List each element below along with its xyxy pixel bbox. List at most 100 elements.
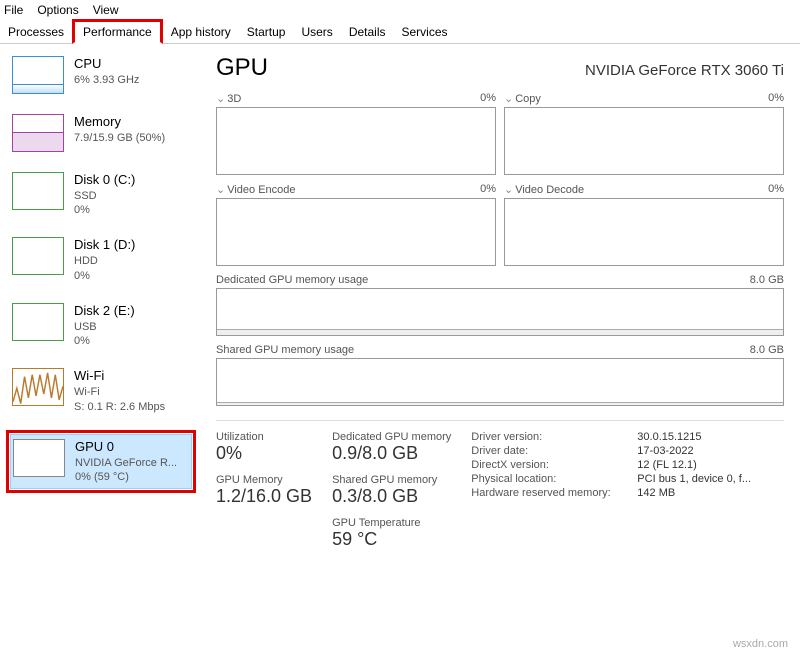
chart-3d-body (216, 107, 496, 175)
tab-users[interactable]: Users (293, 22, 340, 42)
disk0-sub1: SSD (74, 189, 135, 203)
sidebar-item-disk1[interactable]: Disk 1 (D:) HDD 0% (10, 233, 192, 286)
gpu-sub1: NVIDIA GeForce R... (75, 456, 177, 470)
chart-3d[interactable]: ⌄3D 0% (216, 92, 496, 175)
chart-copy-label: Copy (515, 93, 541, 105)
stats-col-mid: Dedicated GPU memory 0.9/8.0 GB Shared G… (332, 431, 451, 550)
chart-vdec-pct: 0% (768, 183, 784, 196)
tab-app-history[interactable]: App history (163, 22, 239, 42)
gpu-thumb-icon (13, 439, 65, 477)
wifi-thumb-icon (12, 368, 64, 406)
disk2-title: Disk 2 (E:) (74, 303, 135, 320)
disk2-text: Disk 2 (E:) USB 0% (74, 303, 135, 348)
stat-dedmem-value: 0.9/8.0 GB (332, 443, 451, 464)
stats-col-left: Utilization 0% GPU Memory 1.2/16.0 GB (216, 431, 312, 550)
info-driver-version: Driver version:30.0.15.1215 (471, 431, 751, 443)
chart-venc-body (216, 198, 496, 266)
shared-mem-label: Shared GPU memory usage (216, 344, 354, 356)
disk2-sub1: USB (74, 320, 135, 334)
chevron-down-icon[interactable]: ⌄ (504, 183, 513, 196)
sidebar: CPU 6% 3.93 GHz Memory 7.9/15.9 GB (50%)… (0, 44, 200, 658)
cpu-thumb-icon (12, 56, 64, 94)
stat-shmem-value: 0.3/8.0 GB (332, 486, 451, 507)
tab-performance[interactable]: Performance (72, 19, 163, 44)
stat-utilization: Utilization 0% (216, 431, 312, 464)
watermark: wsxdn.com (733, 638, 788, 650)
stat-dedmem-label: Dedicated GPU memory (332, 431, 451, 443)
gpu-highlight-box: GPU 0 NVIDIA GeForce R... 0% (59 °C) (6, 430, 196, 493)
memory-thumb-icon (12, 114, 64, 152)
chart-venc-label: Video Encode (227, 184, 295, 196)
disk0-sub2: 0% (74, 203, 135, 217)
disk1-text: Disk 1 (D:) HDD 0% (74, 237, 135, 282)
chart-3d-label: 3D (227, 93, 241, 105)
chart-copy-head: ⌄Copy 0% (504, 92, 784, 105)
stat-gpumem-value: 1.2/16.0 GB (216, 486, 312, 507)
gpu-title: GPU 0 (75, 439, 177, 456)
stat-gpumem: GPU Memory 1.2/16.0 GB (216, 474, 312, 507)
menu-bar: File Options View (0, 0, 800, 20)
shared-mem-chart (216, 358, 784, 406)
disk0-title: Disk 0 (C:) (74, 172, 135, 189)
disk1-sub2: 0% (74, 269, 135, 283)
memory-text: Memory 7.9/15.9 GB (50%) (74, 114, 165, 145)
disk0-text: Disk 0 (C:) SSD 0% (74, 172, 135, 217)
tab-processes[interactable]: Processes (0, 22, 72, 42)
wifi-sub2: S: 0.1 R: 2.6 Mbps (74, 400, 165, 414)
page-title: GPU (216, 54, 268, 82)
sidebar-item-wifi[interactable]: Wi-Fi Wi-Fi S: 0.1 R: 2.6 Mbps (10, 364, 192, 417)
chart-vdec-label: Video Decode (515, 184, 584, 196)
stat-temp-label: GPU Temperature (332, 517, 451, 529)
info-driver-date: Driver date:17-03-2022 (471, 445, 751, 457)
wifi-sub1: Wi-Fi (74, 385, 165, 399)
sidebar-item-memory[interactable]: Memory 7.9/15.9 GB (50%) (10, 110, 192, 156)
disk2-sub2: 0% (74, 334, 135, 348)
chevron-down-icon[interactable]: ⌄ (216, 183, 225, 196)
dedicated-mem-chart (216, 288, 784, 336)
stat-temp-value: 59 °C (332, 529, 451, 550)
dedicated-mem-label-row: Dedicated GPU memory usage 8.0 GB (216, 274, 784, 286)
disk1-sub1: HDD (74, 254, 135, 268)
dedicated-mem-label: Dedicated GPU memory usage (216, 274, 368, 286)
cpu-sub: 6% 3.93 GHz (74, 73, 139, 87)
info-hw-reserved: Hardware reserved memory:142 MB (471, 487, 751, 499)
stat-gpumem-label: GPU Memory (216, 474, 312, 486)
sidebar-item-disk0[interactable]: Disk 0 (C:) SSD 0% (10, 168, 192, 221)
stat-dedmem: Dedicated GPU memory 0.9/8.0 GB (332, 431, 451, 464)
chart-vdec-head: ⌄Video Decode 0% (504, 183, 784, 196)
stat-shmem: Shared GPU memory 0.3/8.0 GB (332, 474, 451, 507)
tab-startup[interactable]: Startup (239, 22, 294, 42)
sidebar-item-disk2[interactable]: Disk 2 (E:) USB 0% (10, 299, 192, 352)
stat-temp: GPU Temperature 59 °C (332, 517, 451, 550)
dedicated-mem-max: 8.0 GB (750, 274, 784, 286)
chevron-down-icon[interactable]: ⌄ (504, 92, 513, 105)
content: CPU 6% 3.93 GHz Memory 7.9/15.9 GB (50%)… (0, 44, 800, 658)
menu-options[interactable]: Options (37, 3, 78, 17)
chart-copy[interactable]: ⌄Copy 0% (504, 92, 784, 175)
info-directx-version: DirectX version:12 (FL 12.1) (471, 459, 751, 471)
disk2-thumb-icon (12, 303, 64, 341)
chart-row-2: ⌄Video Encode 0% ⌄Video Decode 0% (216, 183, 784, 266)
stat-util-value: 0% (216, 443, 312, 464)
chart-vdec-body (504, 198, 784, 266)
chevron-down-icon[interactable]: ⌄ (216, 92, 225, 105)
menu-view[interactable]: View (93, 3, 119, 17)
gpu-text: GPU 0 NVIDIA GeForce R... 0% (59 °C) (75, 439, 177, 484)
chart-video-decode[interactable]: ⌄Video Decode 0% (504, 183, 784, 266)
menu-file[interactable]: File (4, 3, 23, 17)
shared-mem-label-row: Shared GPU memory usage 8.0 GB (216, 344, 784, 356)
chart-3d-pct: 0% (480, 92, 496, 105)
stat-util-label: Utilization (216, 431, 312, 443)
stats-col-right: Driver version:30.0.15.1215 Driver date:… (471, 431, 751, 550)
cpu-text: CPU 6% 3.93 GHz (74, 56, 139, 87)
info-physical-location: Physical location:PCI bus 1, device 0, f… (471, 473, 751, 485)
sidebar-item-cpu[interactable]: CPU 6% 3.93 GHz (10, 52, 192, 98)
chart-row-1: ⌄3D 0% ⌄Copy 0% (216, 92, 784, 175)
sidebar-item-gpu[interactable]: GPU 0 NVIDIA GeForce R... 0% (59 °C) (11, 435, 191, 488)
chart-video-encode[interactable]: ⌄Video Encode 0% (216, 183, 496, 266)
tab-services[interactable]: Services (394, 22, 456, 42)
stat-shmem-label: Shared GPU memory (332, 474, 451, 486)
tab-details[interactable]: Details (341, 22, 394, 42)
stats-row: Utilization 0% GPU Memory 1.2/16.0 GB De… (216, 431, 784, 550)
chart-copy-pct: 0% (768, 92, 784, 105)
